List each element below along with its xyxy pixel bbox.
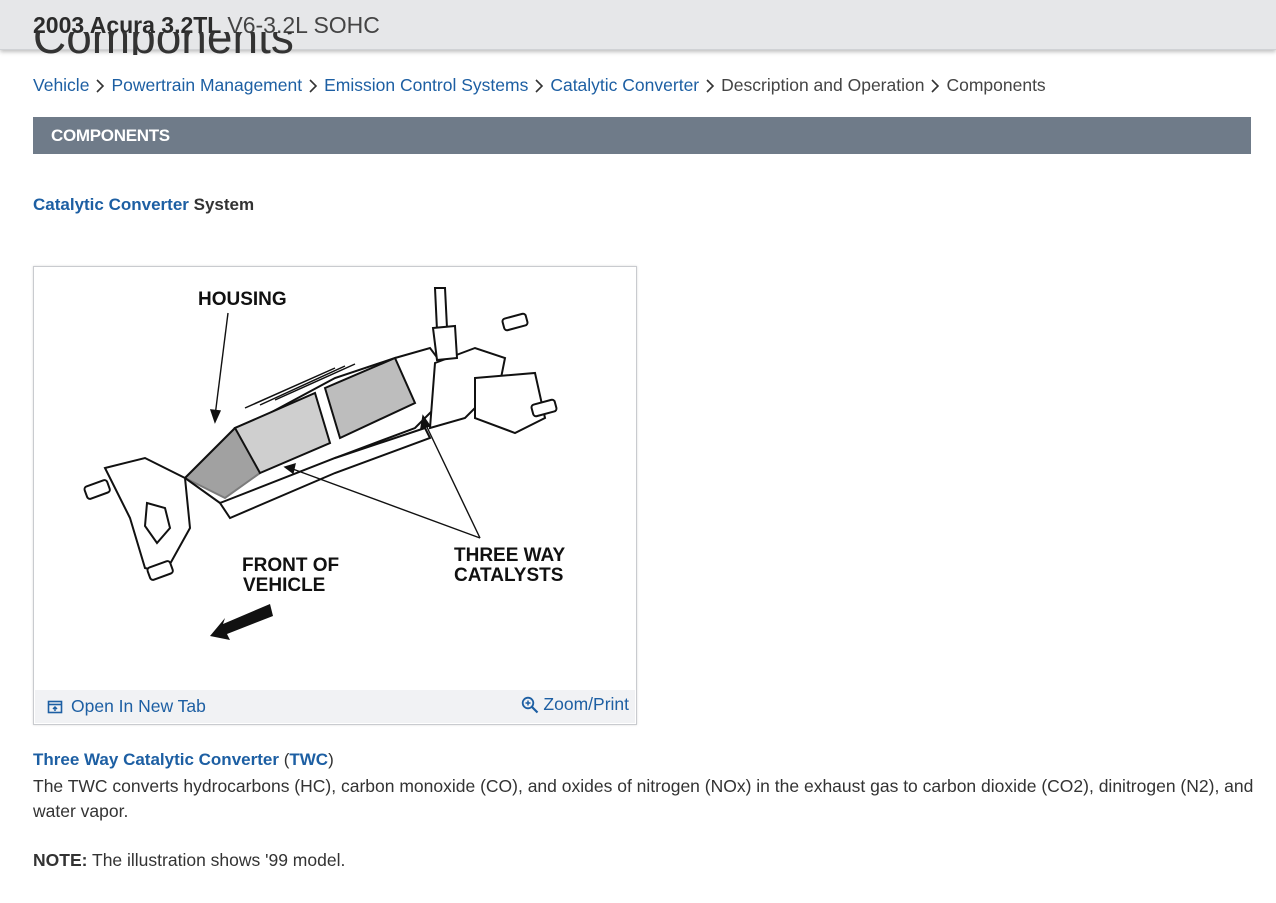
open-in-new-tab-label: Open In New Tab xyxy=(71,696,206,716)
chevron-right-icon xyxy=(528,73,550,97)
twc-heading-link[interactable]: Three Way Catalytic Converter xyxy=(33,750,279,769)
section-header: COMPONENTS xyxy=(33,117,1251,154)
breadcrumb-catalytic-converter[interactable]: Catalytic Converter xyxy=(550,73,699,97)
catalytic-converter-diagram[interactable]: HOUSING FRONT OF VEHICLE THREE WAY CATAL… xyxy=(35,268,635,690)
note-text: The illustration shows '99 model. xyxy=(92,850,346,870)
chevron-right-icon xyxy=(302,73,324,97)
breadcrumb-description-and-operation: Description and Operation xyxy=(721,75,925,95)
label-housing: HOUSING xyxy=(198,289,287,310)
zoom-print-link[interactable]: Zoom/Print xyxy=(521,694,629,715)
label-twc-line1: THREE WAY xyxy=(454,545,566,566)
subheading: Catalytic Converter System xyxy=(33,194,254,216)
chevron-right-icon xyxy=(89,73,111,97)
label-front-line2: VEHICLE xyxy=(243,575,325,596)
paren-close: ) xyxy=(328,750,334,769)
label-front-line1: FRONT OF xyxy=(242,555,339,576)
twc-heading: Three Way Catalytic Converter (TWC) xyxy=(33,749,334,771)
note: NOTE: The illustration shows '99 model. xyxy=(33,848,345,872)
label-twc-line2: CATALYSTS xyxy=(454,565,563,586)
zoom-in-icon xyxy=(522,696,539,713)
breadcrumb-emission-control-systems[interactable]: Emission Control Systems xyxy=(324,73,528,97)
catalytic-converter-link[interactable]: Catalytic Converter xyxy=(33,195,189,214)
subheading-suffix: System xyxy=(193,195,255,214)
front-arrow-icon xyxy=(210,604,273,640)
breadcrumb-vehicle[interactable]: Vehicle xyxy=(33,73,89,97)
twc-description: The TWC converts hydrocarbons (HC), carb… xyxy=(33,776,1254,821)
figure-footer: Open In New Tab Zoom/Print xyxy=(35,690,635,723)
breadcrumb: Vehicle Powertrain Management Emission C… xyxy=(33,73,1046,97)
twc-abbr-link[interactable]: TWC xyxy=(289,750,328,769)
chevron-right-icon xyxy=(699,73,721,97)
note-label: NOTE: xyxy=(33,850,88,870)
zoom-print-label: Zoom/Print xyxy=(543,694,629,714)
open-new-tab-icon xyxy=(47,700,63,713)
breadcrumb-components: Components xyxy=(946,75,1046,95)
figure-card: HOUSING FRONT OF VEHICLE THREE WAY CATAL… xyxy=(33,266,637,725)
open-in-new-tab-link[interactable]: Open In New Tab xyxy=(47,696,206,717)
breadcrumb-powertrain-management[interactable]: Powertrain Management xyxy=(111,73,302,97)
chevron-right-icon xyxy=(924,73,946,97)
